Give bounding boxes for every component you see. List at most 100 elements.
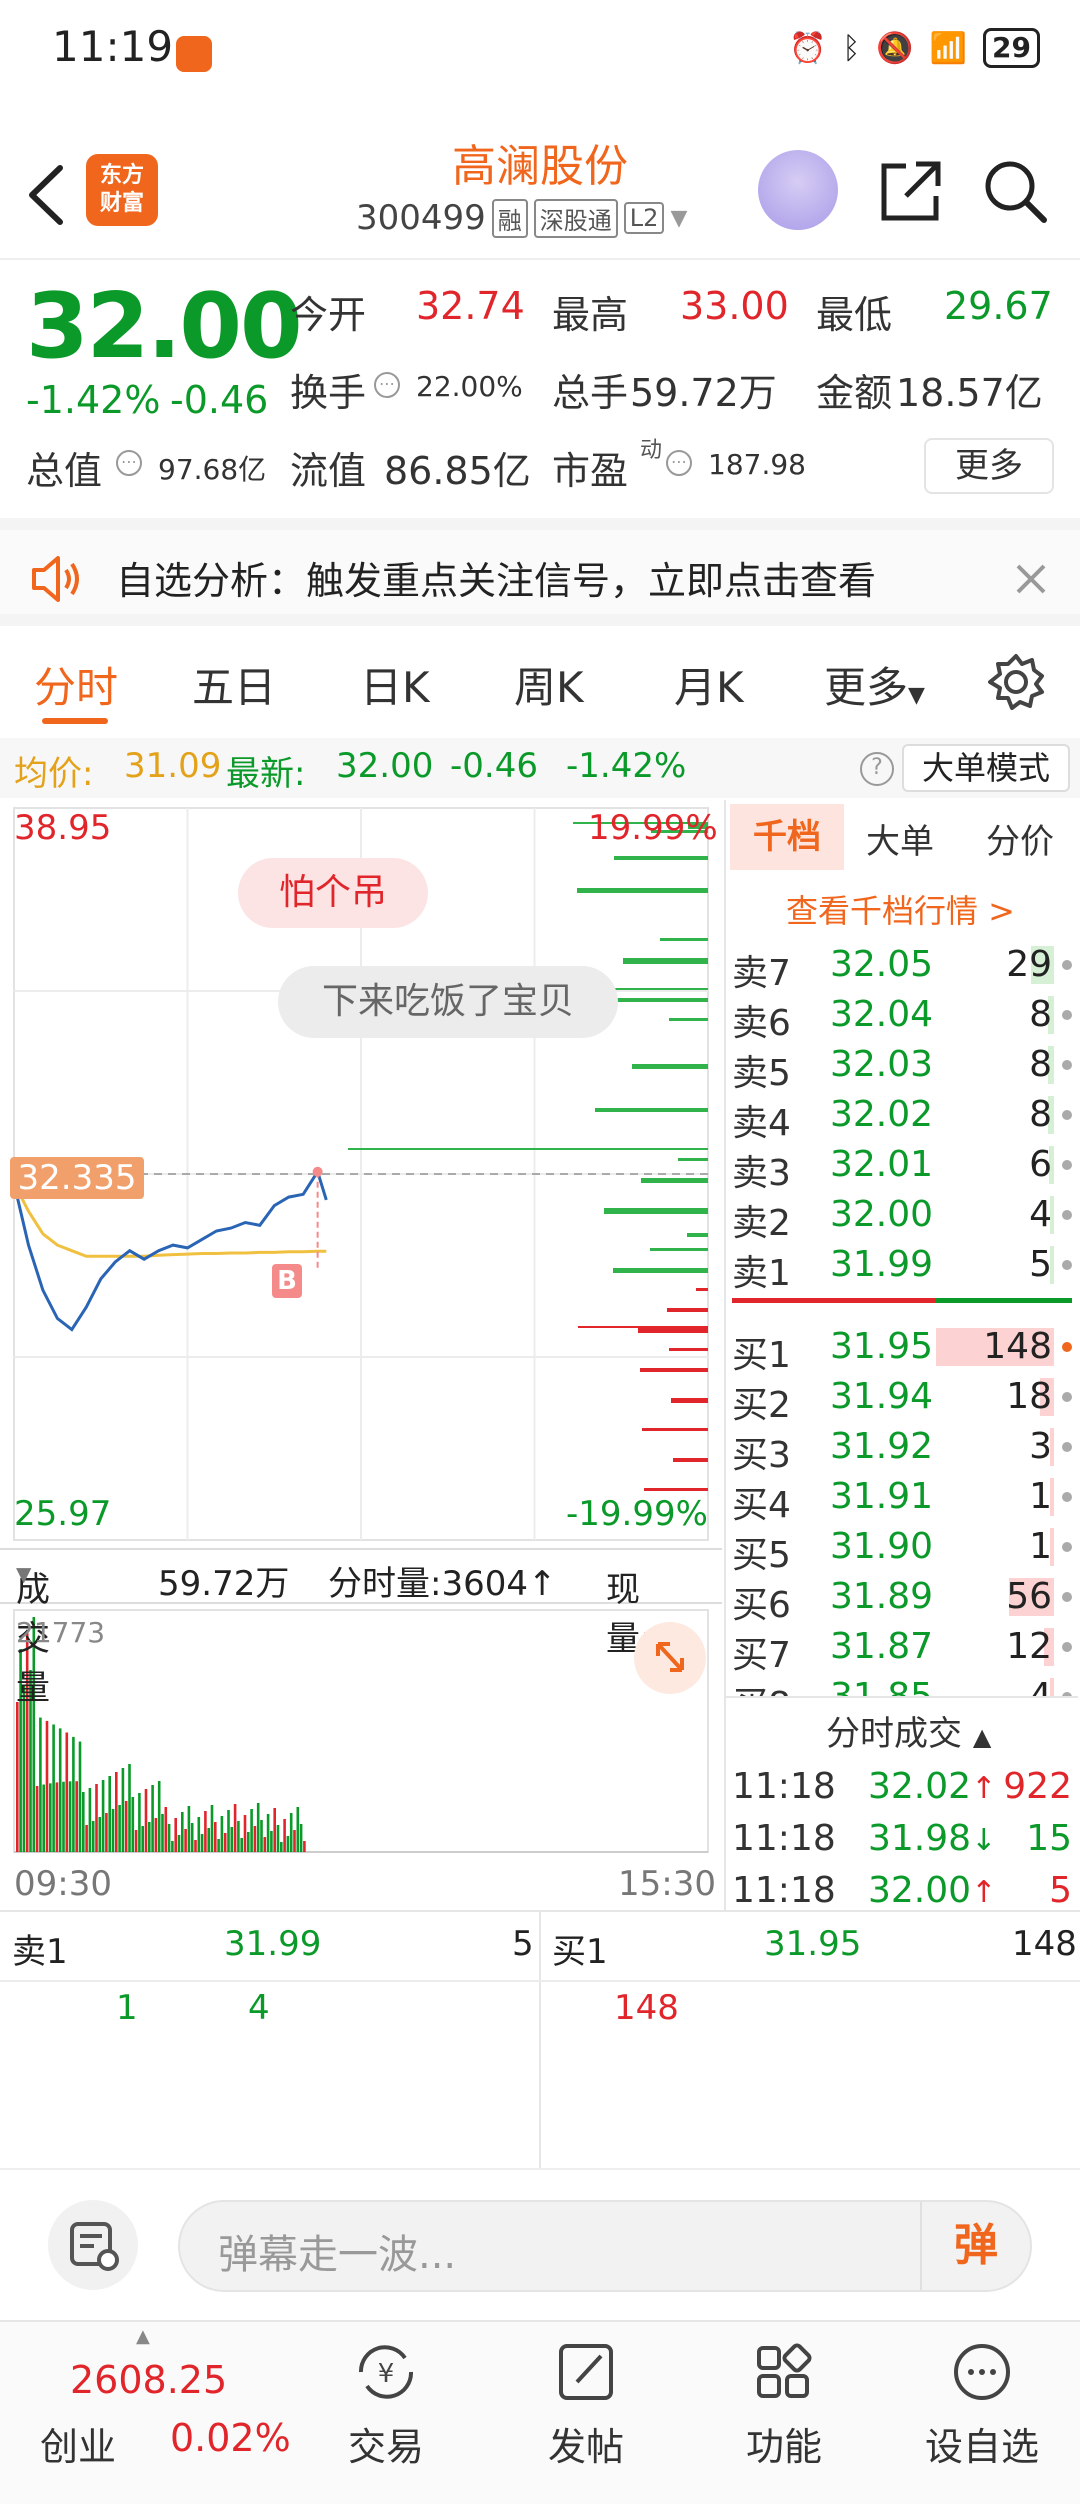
bid-row[interactable]: 买1 31.95 148	[726, 1322, 1078, 1376]
index-percent: 0.02%	[170, 2416, 291, 2460]
nav-functions[interactable]: 功能	[714, 2340, 854, 2471]
level-label: 买3	[732, 1435, 791, 1476]
level-dot	[1062, 1592, 1072, 1602]
depth-bar-bid	[696, 1288, 708, 1291]
ask-row[interactable]: 卖4 32.02 8	[726, 1090, 1078, 1144]
assistant-robot-icon[interactable]	[758, 150, 838, 230]
volume-bar	[204, 1811, 207, 1852]
volume-bar	[303, 1841, 306, 1852]
period-tabs: 分时 五日 日K 周K 月K 更多▼	[0, 638, 1080, 738]
tab-five-day[interactable]: 五日	[192, 654, 276, 715]
grid-icon	[757, 2343, 812, 2398]
level-volume: 18	[1006, 1376, 1052, 1417]
bid-row[interactable]: 买3 31.92 3	[726, 1422, 1078, 1476]
app-logo[interactable]: 东方 财富	[86, 154, 158, 226]
info-icon[interactable]: ⋯	[666, 450, 692, 476]
big-order-mode-button[interactable]: 大单模式	[902, 744, 1070, 792]
depth-bar-bid	[640, 1368, 708, 1372]
ask-row[interactable]: 卖7 32.05 29	[726, 940, 1078, 994]
search-icon[interactable]	[980, 156, 1050, 226]
level-price: 31.92	[830, 1426, 934, 1467]
buy-queue-item: 148	[614, 1988, 679, 2028]
bottom-quote: 卖1 31.99 5 买1 31.95 148 1 4 148	[0, 1910, 1080, 2168]
volume-bar	[55, 1782, 59, 1852]
close-icon[interactable]	[1014, 562, 1048, 596]
level-label: 卖1	[732, 1253, 791, 1294]
danmaku-send-button[interactable]: 弹	[920, 2202, 1030, 2290]
more-button[interactable]: 更多	[924, 438, 1054, 494]
trade-direction-arrow: ↑	[971, 1771, 997, 1806]
intraday-chart[interactable]: 38.95 19.99% 25.97 -19.99% 怕个吊 下来吃饭了宝贝 3…	[0, 800, 722, 1910]
volume-bar	[200, 1834, 204, 1852]
latest-change: -0.46	[450, 746, 538, 786]
volume-bar	[151, 1785, 154, 1852]
danmaku-input[interactable]: 弹幕走一波... 弹	[178, 2200, 1032, 2292]
dropdown-icon[interactable]: ▼	[670, 206, 687, 231]
trade-price: 32.02↑	[868, 1766, 997, 1807]
share-icon[interactable]	[876, 156, 946, 226]
quote-panel: 32.00 -1.42% -0.46 今开 32.74 最高 33.00 最低 …	[0, 262, 1080, 517]
bid-row[interactable]: 买6 31.89 56	[726, 1572, 1078, 1626]
volume-bar	[138, 1793, 141, 1852]
back-arrow-icon[interactable]	[22, 160, 72, 230]
change-percent: -1.42%	[26, 378, 161, 422]
level-label: 卖3	[732, 1153, 791, 1194]
stock-header: 高澜股份 东方 财富 300499 融 深股通 L2 ▼	[0, 130, 1080, 260]
danmaku-placeholder: 弹幕走一波...	[218, 2232, 457, 2278]
chart-info-row: 均价: 31.09 最新: 32.00 -0.46 -1.42% ? 大单模式	[0, 738, 1080, 798]
ask-row[interactable]: 卖3 32.01 6	[726, 1140, 1078, 1194]
volume-bar	[194, 1840, 197, 1852]
trade-row: 11:18 32.02↑ 922	[726, 1762, 1078, 1812]
level-price: 31.90	[830, 1526, 934, 1567]
tab-monthly-k[interactable]: 月K	[674, 654, 744, 715]
bid-row[interactable]: 买7 31.87 12	[726, 1622, 1078, 1676]
volume-bar	[35, 1786, 39, 1852]
ask-row[interactable]: 卖6 32.04 8	[726, 990, 1078, 1044]
volume-bar	[167, 1824, 171, 1852]
nav-add-watchlist[interactable]: 设自选	[912, 2340, 1052, 2471]
level-price: 32.02	[830, 1094, 934, 1135]
ask-row[interactable]: 卖1 31.99 5	[726, 1240, 1078, 1294]
trades-title[interactable]: 分时成交 ▲	[826, 1706, 991, 1755]
tab-big-orders[interactable]: 大单	[866, 814, 934, 863]
tab-price-distribution[interactable]: 分价	[986, 814, 1054, 863]
bid-row[interactable]: 买5 31.90 1	[726, 1522, 1078, 1576]
depth-bar-ask	[678, 1158, 708, 1161]
volume-bar	[250, 1809, 253, 1852]
help-icon[interactable]: ?	[860, 752, 894, 786]
level-label: 卖2	[732, 1203, 791, 1244]
volume-bar	[131, 1797, 135, 1852]
depth-link[interactable]: 查看千档行情 >	[786, 886, 1015, 932]
trade-time: 11:18	[732, 1766, 836, 1807]
volume-bar	[115, 1772, 118, 1852]
volume-bar	[124, 1801, 128, 1852]
tab-intraday[interactable]: 分时	[34, 654, 118, 715]
alert-banner[interactable]: 自选分析：触发重点关注信号，立即点击查看	[0, 518, 1080, 626]
level-label: 买4	[732, 1485, 791, 1526]
tab-more[interactable]: 更多▼	[824, 654, 925, 715]
volume-bar	[263, 1837, 267, 1852]
bid-row[interactable]: 买4 31.91 1	[726, 1472, 1078, 1526]
nav-trade[interactable]: ¥ 交易	[316, 2340, 456, 2471]
ask-row[interactable]: 卖5 32.03 8	[726, 1040, 1078, 1094]
volume-bar	[128, 1764, 131, 1852]
level-price: 32.00	[830, 1194, 934, 1235]
amount-label: 金额	[816, 371, 893, 415]
info-icon[interactable]: ⋯	[374, 372, 400, 398]
danmaku-settings-button[interactable]	[48, 2200, 138, 2290]
volume-bar	[164, 1807, 168, 1852]
expand-chart-button[interactable]	[634, 1622, 706, 1694]
tab-daily-k[interactable]: 日K	[360, 654, 430, 715]
settings-gear-icon[interactable]	[986, 652, 1046, 712]
buy-signal-marker[interactable]: B	[272, 1264, 302, 1298]
ask-row[interactable]: 卖2 32.00 4	[726, 1190, 1078, 1244]
volume-bar	[45, 1720, 49, 1852]
nav-post[interactable]: 发帖	[516, 2340, 656, 2471]
bid-row[interactable]: 买2 31.94 18	[726, 1372, 1078, 1426]
status-bar: 11:19 ⏰ ᛒ 🔕 📶 29	[0, 0, 1080, 100]
info-icon[interactable]: ⋯	[116, 450, 142, 476]
tab-depth[interactable]: 千档	[730, 804, 844, 870]
trade-direction-arrow: ↑	[971, 1875, 997, 1910]
tab-weekly-k[interactable]: 周K	[514, 654, 584, 715]
volume-bar	[101, 1780, 105, 1852]
